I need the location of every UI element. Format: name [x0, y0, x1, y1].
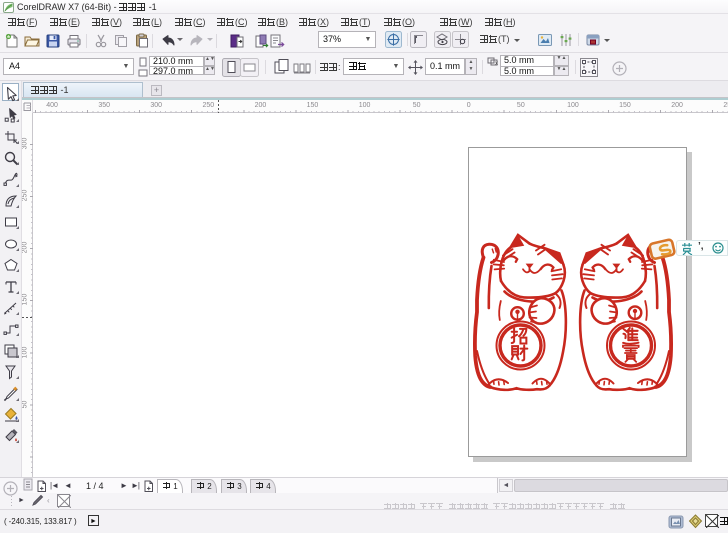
- svg-text:x: x: [495, 61, 498, 67]
